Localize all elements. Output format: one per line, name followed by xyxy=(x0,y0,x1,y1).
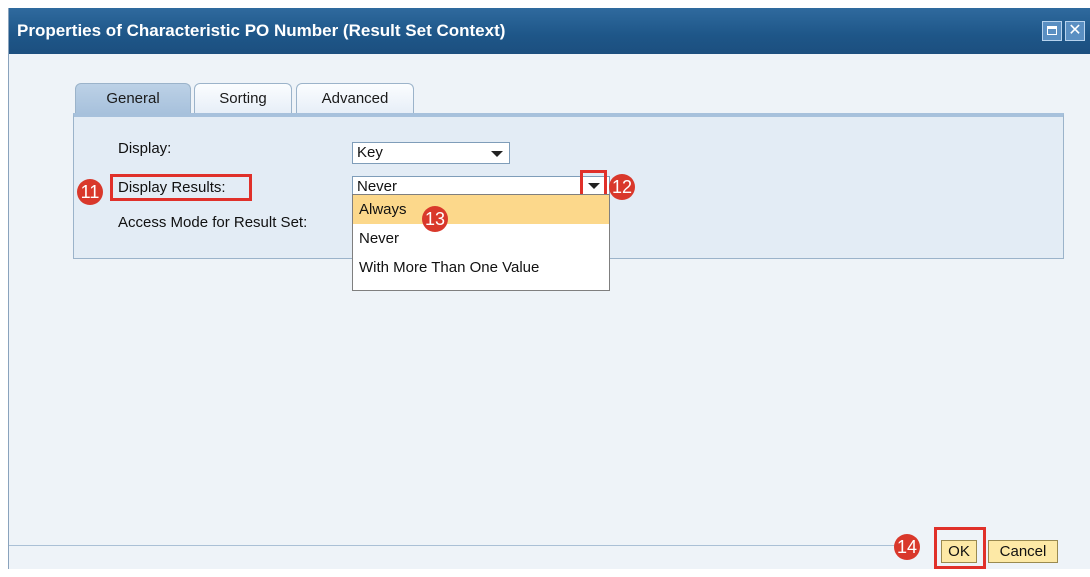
dialog-content: General Sorting Advanced Display: Key Di… xyxy=(9,54,1090,569)
option-always[interactable]: Always xyxy=(353,195,609,224)
tab-advanced[interactable]: Advanced xyxy=(296,83,414,114)
tab-sorting[interactable]: Sorting xyxy=(194,83,292,114)
display-results-select-value: Never xyxy=(357,178,398,195)
callout-badge-14: 14 xyxy=(894,534,920,560)
callout-badge-11: 11 xyxy=(77,179,103,205)
option-with-more-than-one-value[interactable]: With More Than One Value xyxy=(353,253,609,282)
footer-divider xyxy=(9,545,909,546)
cancel-button[interactable]: Cancel xyxy=(988,540,1058,563)
dialog-title: Properties of Characteristic PO Number (… xyxy=(17,21,506,40)
title-bar: Properties of Characteristic PO Number (… xyxy=(9,8,1090,54)
chevron-down-icon xyxy=(491,151,503,157)
highlight-box-display-results xyxy=(110,174,252,201)
callout-badge-12: 12 xyxy=(609,174,635,200)
display-results-dropdown-list: Always Never With More Than One Value xyxy=(352,194,610,291)
tab-general[interactable]: General xyxy=(75,83,191,114)
display-select[interactable]: Key xyxy=(352,142,510,164)
chevron-down-icon xyxy=(588,183,600,189)
option-never[interactable]: Never xyxy=(353,224,609,253)
maximize-icon[interactable] xyxy=(1042,21,1062,41)
properties-dialog: Properties of Characteristic PO Number (… xyxy=(8,8,1090,569)
ok-button[interactable]: OK xyxy=(941,540,977,563)
close-icon[interactable]: ✕ xyxy=(1065,21,1085,41)
dialog-footer xyxy=(9,545,1090,577)
access-mode-label: Access Mode for Result Set: xyxy=(118,214,308,231)
display-select-value: Key xyxy=(357,144,383,161)
callout-badge-13: 13 xyxy=(422,206,448,232)
display-label: Display: xyxy=(118,140,172,157)
